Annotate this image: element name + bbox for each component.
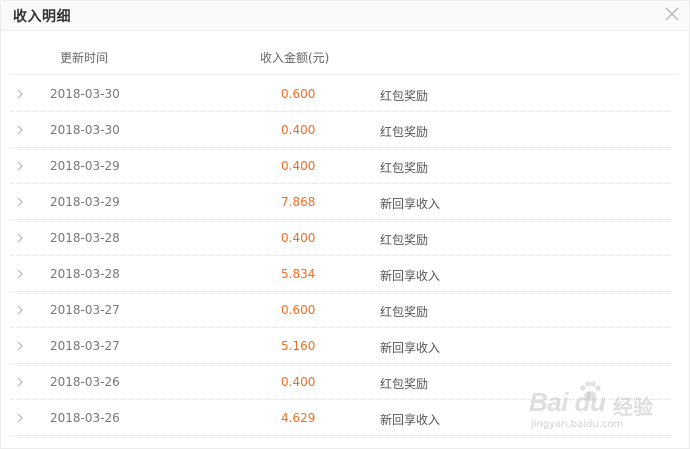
row-type: 新回享收入 xyxy=(380,269,441,283)
chevron-right-icon[interactable] xyxy=(15,160,25,172)
dialog-titlebar: 收入明细 xyxy=(1,1,689,31)
table-row[interactable]: 2018-03-28 0.400 红包奖励 xyxy=(11,220,671,256)
chevron-right-icon[interactable] xyxy=(15,304,25,316)
row-amount: 5.160 xyxy=(281,339,316,353)
row-date: 2018-03-26 xyxy=(50,411,120,425)
baidu-jingyan-watermark: Bai du 经验 jingyan.baidu.com xyxy=(529,379,679,435)
chevron-right-icon[interactable] xyxy=(15,124,25,136)
row-type: 红包奖励 xyxy=(380,161,429,175)
watermark-cn: 经验 xyxy=(613,395,653,419)
row-amount: 0.600 xyxy=(281,303,316,317)
close-icon[interactable] xyxy=(663,5,681,23)
chevron-right-icon[interactable] xyxy=(15,232,25,244)
row-type: 红包奖励 xyxy=(380,89,429,103)
row-type: 新回享收入 xyxy=(380,197,441,211)
income-detail-dialog: 收入明细 更新时间 收入金额(元) 2018-03-30 0.600 红包奖励 201… xyxy=(0,0,690,449)
table-header: 更新时间 收入金额(元) xyxy=(11,41,677,75)
row-date: 2018-03-30 xyxy=(50,87,120,101)
row-type: 红包奖励 xyxy=(380,233,429,247)
chevron-right-icon[interactable] xyxy=(15,412,25,424)
watermark-brand: Bai du xyxy=(529,387,606,417)
row-type: 新回享收入 xyxy=(380,341,441,355)
table-row[interactable]: 2018-03-27 5.160 新回享收入 xyxy=(11,328,671,364)
row-type: 新回享收入 xyxy=(380,413,441,427)
row-amount: 0.600 xyxy=(281,87,316,101)
table-row[interactable]: 2018-03-28 5.834 新回享收入 xyxy=(11,256,671,292)
dialog-title: 收入明细 xyxy=(13,9,71,25)
row-date: 2018-03-30 xyxy=(50,123,120,137)
row-amount: 0.400 xyxy=(281,375,316,389)
chevron-right-icon[interactable] xyxy=(15,196,25,208)
chevron-right-icon[interactable] xyxy=(15,376,25,388)
row-amount: 4.629 xyxy=(281,411,316,425)
row-date: 2018-03-28 xyxy=(50,267,120,281)
chevron-right-icon[interactable] xyxy=(15,268,25,280)
row-date: 2018-03-26 xyxy=(50,375,120,389)
row-amount: 0.400 xyxy=(281,159,316,173)
row-date: 2018-03-27 xyxy=(50,303,120,317)
row-type: 红包奖励 xyxy=(380,305,429,319)
row-amount: 0.400 xyxy=(281,231,316,245)
row-amount: 0.400 xyxy=(281,123,316,137)
table-row[interactable]: 2018-03-29 0.400 红包奖励 xyxy=(11,148,671,184)
table-row[interactable]: 2018-03-30 0.600 红包奖励 xyxy=(11,76,671,112)
row-date: 2018-03-29 xyxy=(50,159,120,173)
row-amount: 5.834 xyxy=(281,267,316,281)
table-row[interactable]: 2018-03-27 0.600 红包奖励 xyxy=(11,292,671,328)
table-row[interactable]: 2018-03-30 0.400 红包奖励 xyxy=(11,112,671,148)
watermark-url: jingyan.baidu.com xyxy=(531,419,624,430)
chevron-right-icon[interactable] xyxy=(15,340,25,352)
table-row[interactable]: 2018-03-29 7.868 新回享收入 xyxy=(11,184,671,220)
header-amount: 收入金额(元) xyxy=(260,51,330,65)
header-time: 更新时间 xyxy=(60,51,109,65)
row-date: 2018-03-29 xyxy=(50,195,120,209)
row-date: 2018-03-28 xyxy=(50,231,120,245)
row-amount: 7.868 xyxy=(281,195,316,209)
row-type: 红包奖励 xyxy=(380,377,429,391)
chevron-right-icon[interactable] xyxy=(15,88,25,100)
row-date: 2018-03-27 xyxy=(50,339,120,353)
row-type: 红包奖励 xyxy=(380,125,429,139)
